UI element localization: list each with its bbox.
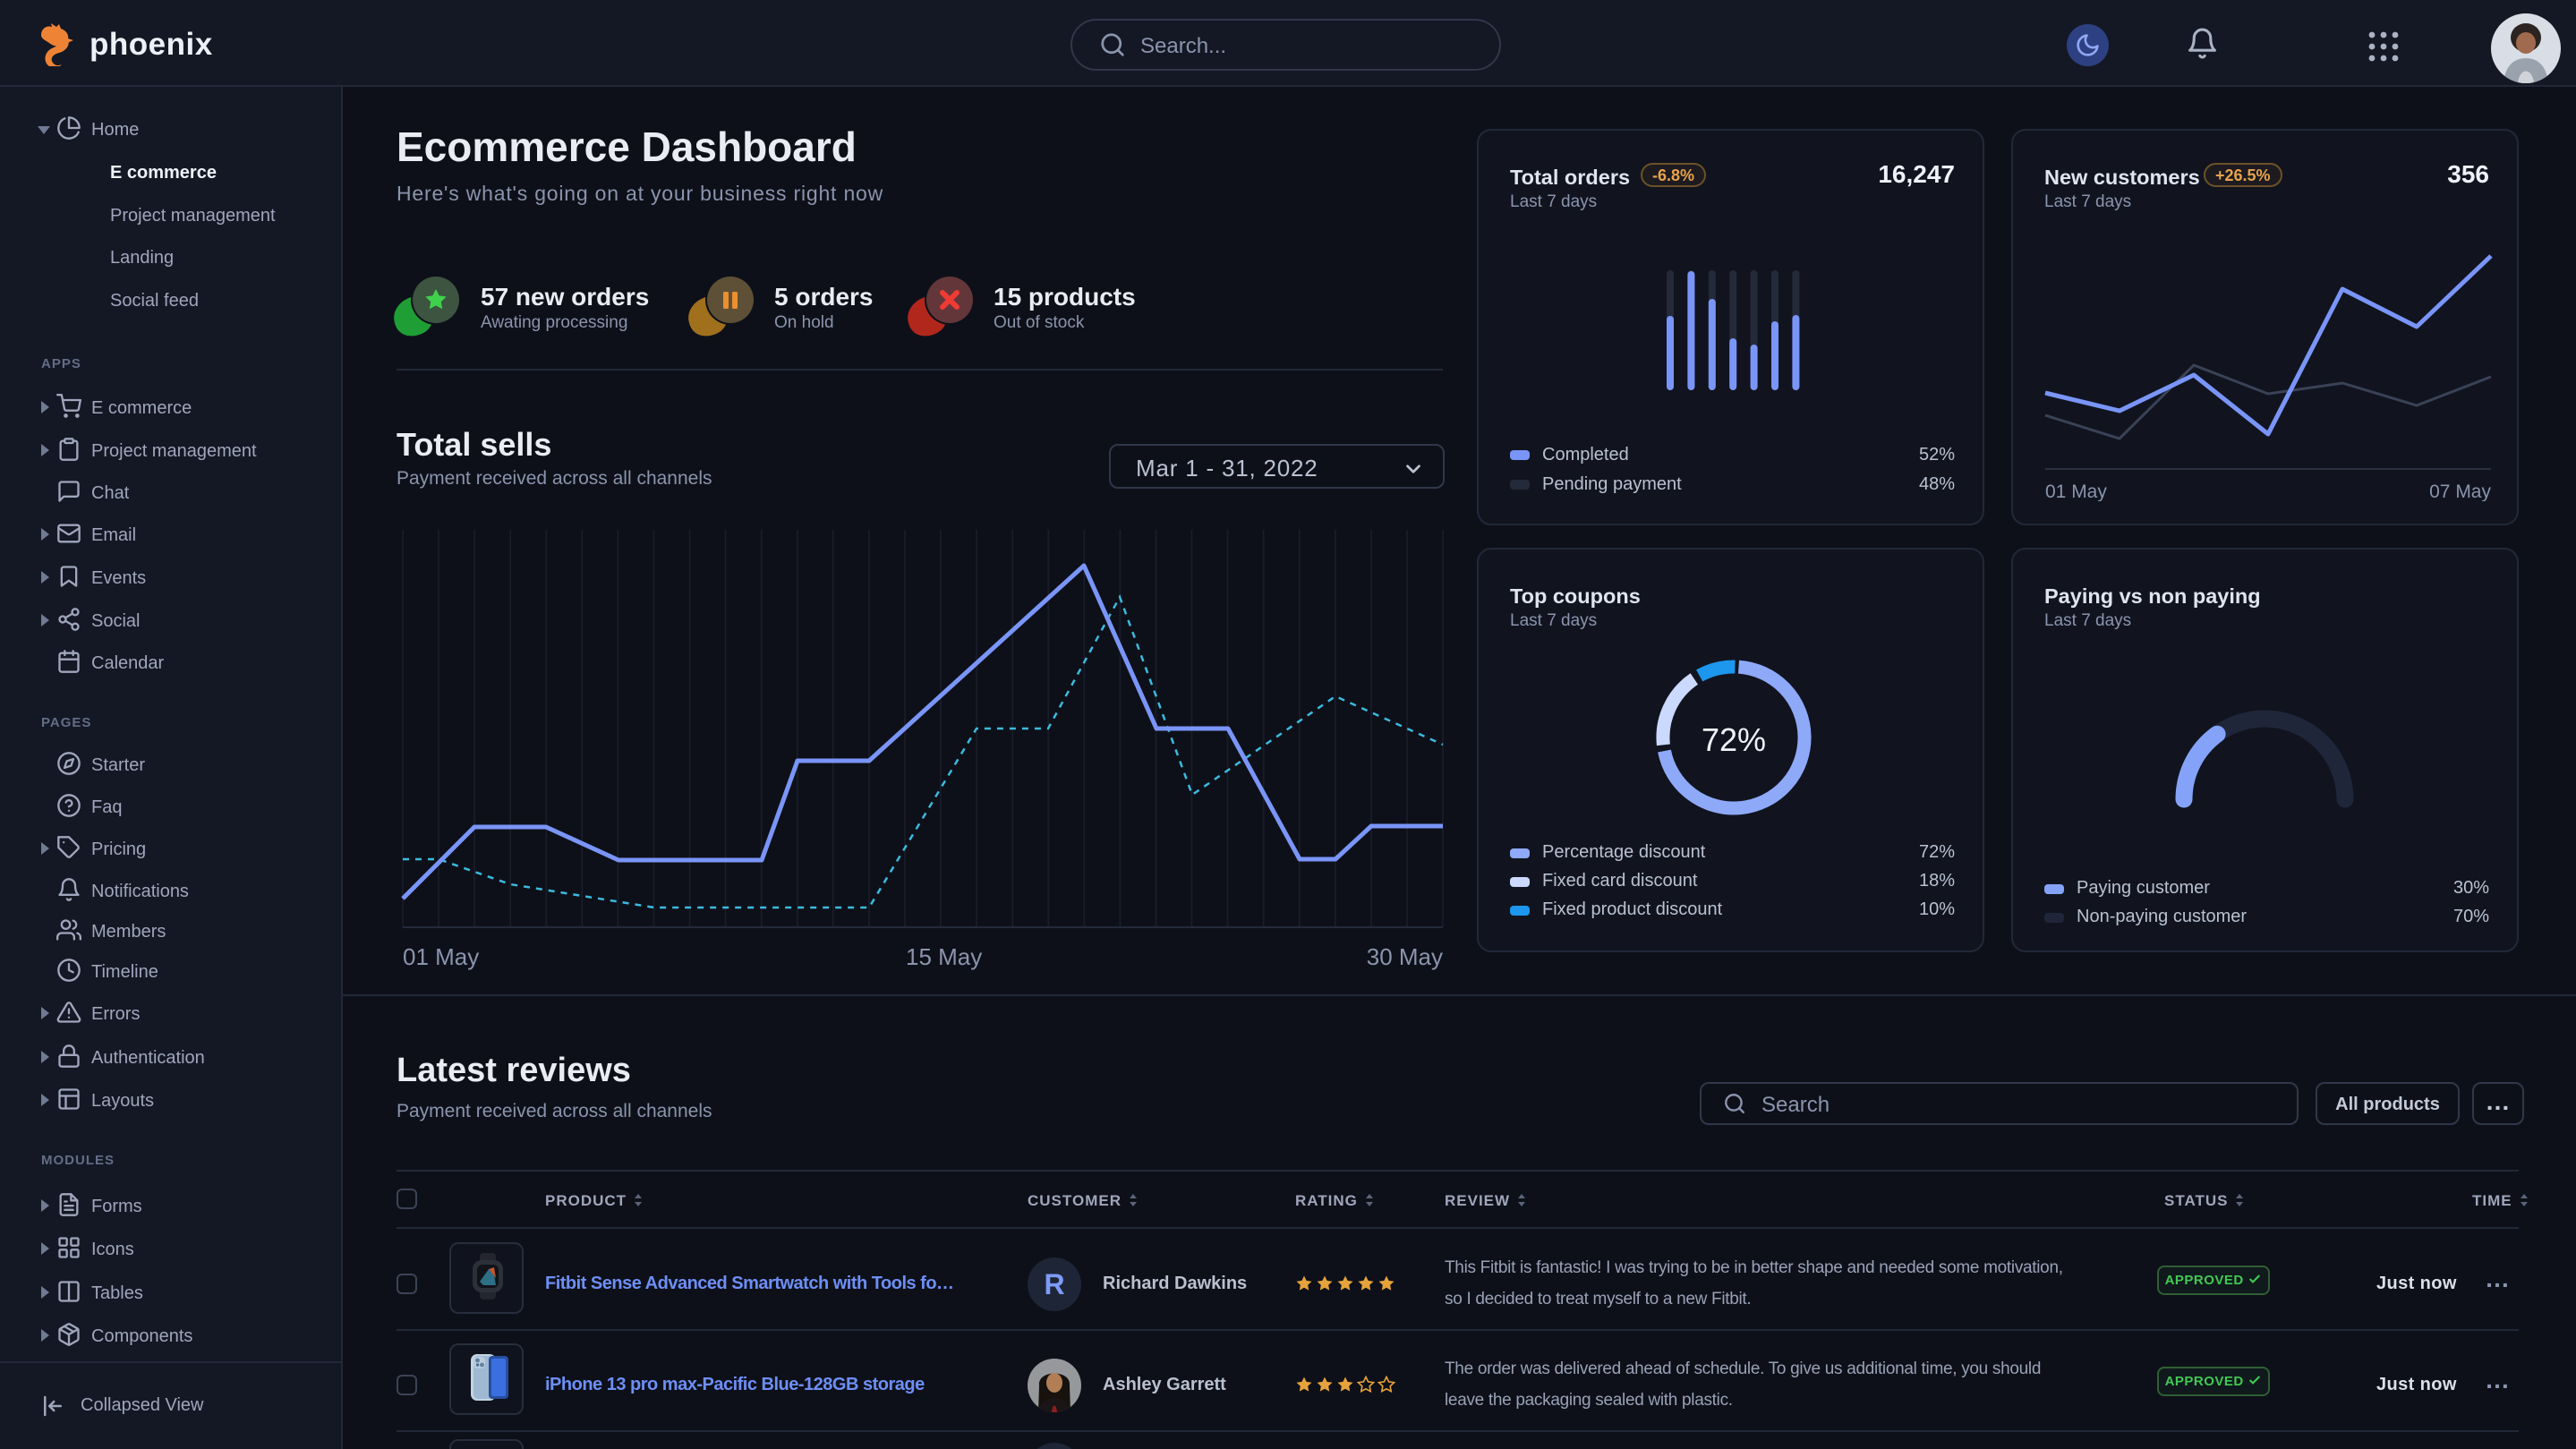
svg-text:R: R <box>1044 1268 1064 1300</box>
svg-text:07 May: 07 May <box>2429 482 2491 501</box>
svg-text:01 May: 01 May <box>2045 482 2107 501</box>
svg-text:15 May: 15 May <box>906 943 982 970</box>
svg-text:72%: 72% <box>1702 721 1766 758</box>
svg-text:01 May: 01 May <box>403 943 479 970</box>
svg-text:30 May: 30 May <box>1367 943 1443 970</box>
